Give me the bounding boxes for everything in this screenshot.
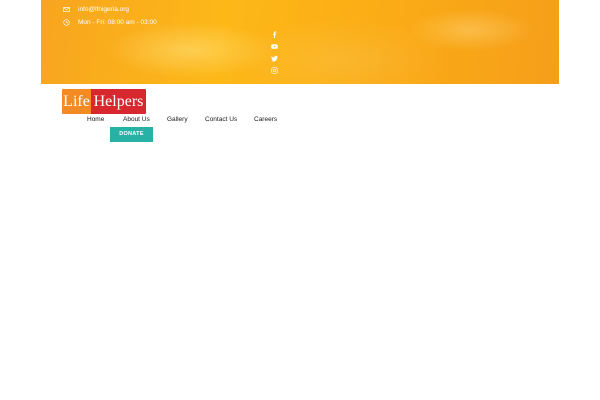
- top-bar: info@lfnigeria.org Mon - Fri: 08:00 am -…: [41, 0, 559, 84]
- email-text[interactable]: info@lfnigeria.org: [78, 6, 129, 13]
- logo-text-helpers: Helpers: [91, 89, 146, 114]
- instagram-icon[interactable]: [271, 67, 278, 74]
- hours-contact: Mon - Fri: 08:00 am - 03:00: [63, 19, 157, 26]
- nav-item-home[interactable]: Home: [87, 116, 104, 123]
- twitter-icon[interactable]: [271, 55, 278, 62]
- logo-text-life: Life: [62, 89, 91, 114]
- hours-text: Mon - Fri: 08:00 am - 03:00: [78, 19, 157, 26]
- social-links: [271, 31, 278, 74]
- nav-item-contact-us[interactable]: Contact Us: [205, 116, 237, 123]
- email-contact[interactable]: info@lfnigeria.org: [63, 6, 129, 13]
- envelope-icon: [63, 6, 70, 13]
- donate-button[interactable]: DONATE: [110, 127, 153, 142]
- main-nav: Home About Us Gallery Contact Us Careers: [0, 116, 600, 126]
- clock-icon: [63, 19, 70, 26]
- youtube-icon[interactable]: [271, 43, 278, 50]
- facebook-icon[interactable]: [271, 31, 278, 38]
- nav-item-gallery[interactable]: Gallery: [167, 116, 188, 123]
- site-logo[interactable]: Life Helpers: [62, 89, 146, 114]
- nav-item-about-us[interactable]: About Us: [123, 116, 150, 123]
- nav-item-careers[interactable]: Careers: [254, 116, 277, 123]
